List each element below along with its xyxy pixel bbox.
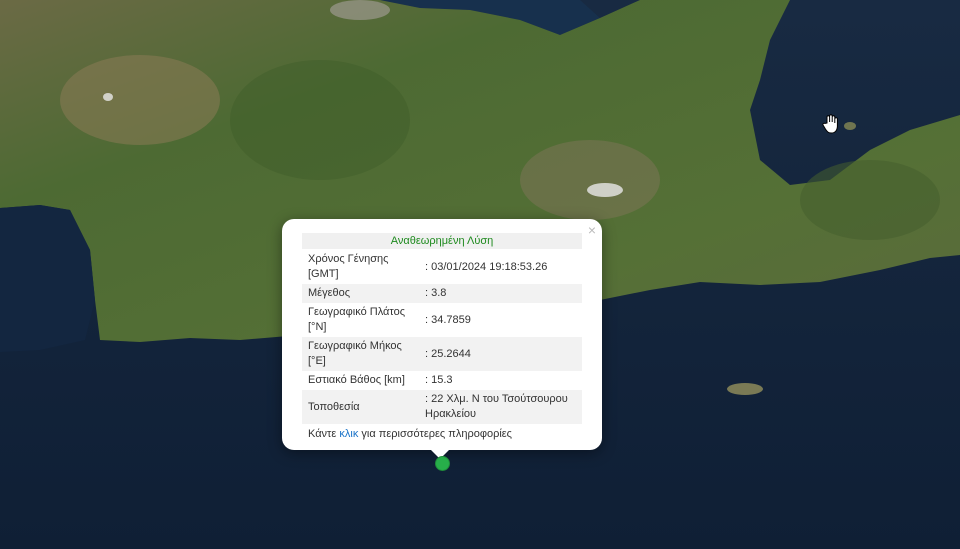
row-value: : 15.3	[425, 374, 453, 386]
epicenter-marker-icon[interactable]	[435, 456, 450, 471]
details-table: Χρόνος Γένησης [GMT] : 03/01/2024 19:18:…	[302, 250, 582, 424]
row-value: : 22 Χλμ. N του Τσούτσουρου Ηρακλείου	[419, 390, 582, 424]
island	[727, 383, 763, 395]
earthquake-popup: × Αναθεωρημένη Λύση Χρόνος Γένησης [GMT]…	[282, 219, 602, 450]
row-value: : 3.8	[419, 284, 582, 303]
snow-peak-west	[103, 93, 113, 101]
forest-patch	[230, 60, 410, 180]
footer-prefix: Κάντε	[308, 428, 340, 440]
table-row: Μέγεθος : 3.8	[302, 284, 582, 303]
snow-peak	[587, 183, 623, 197]
table-row: Γεωγραφικό Μήκος [°E] : 25.2644	[302, 337, 582, 371]
city-area	[330, 0, 390, 20]
islet	[844, 122, 856, 130]
row-value: : 34.7859	[425, 313, 471, 326]
row-label: Γεωγραφικό Μήκος [°E]	[302, 337, 419, 371]
footer-suffix: για περισσότερες πληροφορίες	[358, 428, 512, 440]
popup-title: Αναθεωρημένη Λύση	[302, 233, 582, 249]
row-label: Χρόνος Γένησης [GMT]	[308, 253, 389, 280]
table-row: Τοποθεσία : 22 Χλμ. N του Τσούτσουρου Ηρ…	[302, 390, 582, 424]
mountain-west	[60, 55, 220, 145]
table-row: Χρόνος Γένησης [GMT] : 03/01/2024 19:18:…	[302, 250, 582, 284]
table-row: Εστιακό Βάθος [km] : 15.3	[302, 371, 582, 390]
row-label: Τοποθεσία	[302, 390, 419, 424]
forest-patch	[800, 160, 940, 240]
popup-footer: Κάντε κλικ για περισσότερες πληροφορίες	[302, 428, 582, 440]
row-label: Μέγεθος	[302, 284, 419, 303]
mountain-central	[520, 140, 660, 220]
more-info-link[interactable]: κλικ	[339, 428, 358, 440]
row-value: : 03/01/2024 19:18:53.26	[425, 260, 548, 273]
row-value: : 25.2644	[419, 337, 582, 371]
table-row: Γεωγραφικό Πλάτος [°N] : 34.7859	[302, 303, 582, 337]
hand-cursor-icon	[822, 114, 840, 139]
row-label: Γεωγραφικό Πλάτος [°N]	[308, 306, 406, 333]
row-label: Εστιακό Βάθος [km]	[308, 374, 405, 386]
close-icon[interactable]: ×	[588, 223, 596, 237]
